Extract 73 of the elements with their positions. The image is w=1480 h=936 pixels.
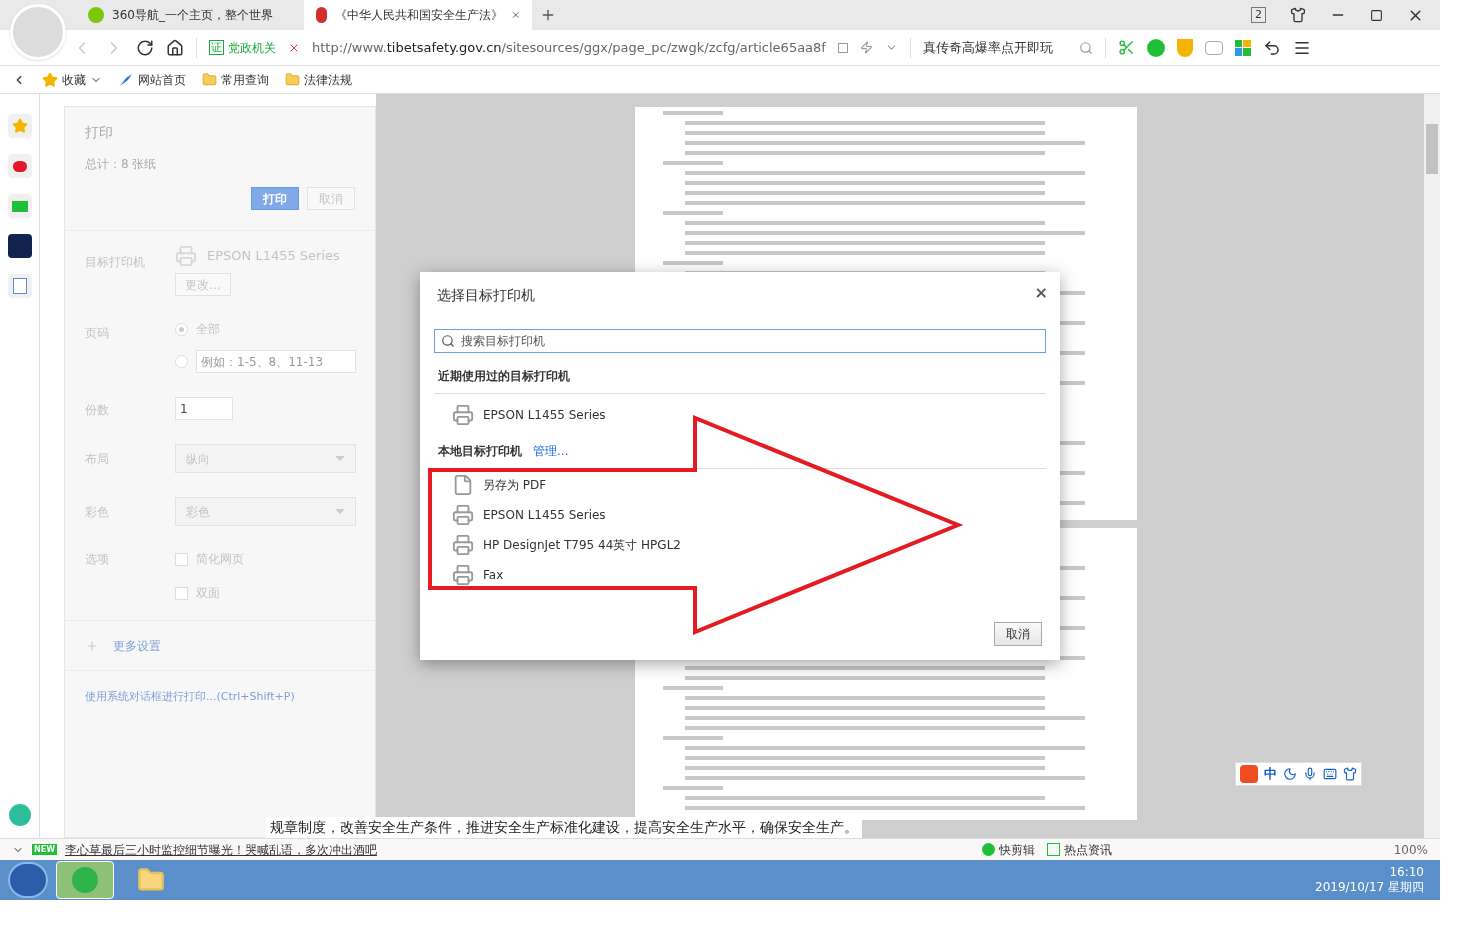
home-icon[interactable] <box>166 38 184 57</box>
copies-field[interactable]: 1 <box>175 397 233 420</box>
bookmark-item[interactable]: 收藏 <box>42 70 102 89</box>
section-heading: 近期使用过的目标打印机 <box>437 368 571 385</box>
printer-item[interactable]: 另存为 PDF <box>434 470 1046 500</box>
panel-title: 打印 <box>85 123 114 142</box>
document-icon <box>452 474 474 496</box>
printer-icon <box>175 245 197 267</box>
browser-taskbar-icon[interactable] <box>56 861 114 899</box>
folder-icon <box>285 72 300 87</box>
site-badge: 证 <box>209 40 224 55</box>
page-range-field[interactable]: 例如：1-5、8、11-13 <box>196 350 356 373</box>
bookmark-item[interactable]: 法律法规 <box>285 70 352 89</box>
printer-item[interactable]: EPSON L1455 Series <box>434 400 1046 430</box>
news-link[interactable]: 李心草最后三小时监控细节曝光！哭喊乱语，多次冲出酒吧 <box>65 840 377 859</box>
printer-item[interactable]: HP DesignJet T795 44英寸 HPGL2 <box>434 530 1046 560</box>
document-text: 规章制度，改善安全生产条件，推进安全生产标准化建设，提高安全生产水平，确保安全生产。 <box>266 817 862 838</box>
tab-count[interactable]: 2 <box>1251 7 1266 23</box>
checkbox[interactable] <box>175 586 188 600</box>
mic-icon[interactable] <box>1303 767 1317 781</box>
maximize-icon[interactable] <box>1370 8 1383 22</box>
printer-item[interactable]: EPSON L1455 Series <box>434 500 1046 530</box>
printer-icon <box>452 504 474 526</box>
browser-tab[interactable]: 《中华人民共和国安全生产法》 <box>304 0 532 30</box>
radio-button[interactable] <box>175 322 188 336</box>
keyboard-icon[interactable] <box>1323 767 1337 781</box>
mail-icon[interactable] <box>7 194 32 218</box>
moon-icon[interactable] <box>1283 767 1297 781</box>
status-item[interactable]: 热点资讯 <box>1046 840 1112 859</box>
document-icon[interactable] <box>7 274 32 298</box>
bookmark-item[interactable]: 网站首页 <box>118 70 186 89</box>
ime-mode[interactable]: 中 <box>1264 764 1277 784</box>
new-badge: NEW <box>32 844 57 855</box>
plus-icon <box>85 638 99 653</box>
start-button[interactable] <box>8 862 48 898</box>
printer-icon <box>452 564 474 586</box>
shield-icon[interactable] <box>1176 38 1193 57</box>
dialog-title: 选择目标打印机 <box>437 286 535 305</box>
folder-icon <box>202 72 217 87</box>
star-icon <box>42 71 58 88</box>
status-item[interactable]: 快剪辑 <box>981 840 1035 859</box>
undo-icon[interactable] <box>1262 38 1281 57</box>
printer-item[interactable]: Fax <box>434 560 1046 590</box>
ime-logo-icon <box>1240 765 1258 783</box>
clock-date: 2019/10/17 星期四 <box>1315 880 1424 895</box>
clock-time: 16:10 <box>1389 865 1424 880</box>
apps-icon[interactable] <box>1234 39 1251 56</box>
printer-icon <box>452 404 474 426</box>
checkbox[interactable] <box>175 552 188 566</box>
search-icon[interactable] <box>1078 40 1093 55</box>
profile-avatar <box>10 4 66 60</box>
zoom-level[interactable]: 100% <box>1393 840 1428 859</box>
search-icon <box>441 334 455 348</box>
app-icon[interactable] <box>7 234 32 258</box>
manage-link[interactable]: 管理... <box>533 442 569 460</box>
lightning-icon[interactable] <box>859 41 873 54</box>
new-tab-icon[interactable] <box>540 7 556 23</box>
skin-icon[interactable] <box>1290 7 1306 23</box>
sheet-total: 总计：8 张纸 <box>85 156 158 173</box>
cancel-button[interactable]: 取消 <box>994 622 1042 646</box>
url-field[interactable]: http://www.tibetsafety.gov.cn/sitesources/ggx/page_pc/zwgk/zcfg/article65aa8f <box>312 37 826 58</box>
site-label: 党政机关 <box>228 39 276 57</box>
close-button[interactable]: × <box>1034 285 1048 301</box>
skin-icon[interactable] <box>1343 767 1357 781</box>
search-field[interactable]: 真传奇高爆率点开即玩 <box>922 37 1093 58</box>
radio-button[interactable] <box>175 355 188 368</box>
scissors-icon[interactable] <box>1117 39 1135 56</box>
section-heading: 本地目标打印机 <box>438 443 522 460</box>
printer-search-field[interactable]: 搜索目标打印机 <box>434 329 1046 353</box>
printer-icon <box>452 534 474 556</box>
reload-icon[interactable] <box>136 38 154 57</box>
qr-icon[interactable] <box>837 42 848 53</box>
bookmark-item[interactable]: 常用查询 <box>202 70 269 89</box>
